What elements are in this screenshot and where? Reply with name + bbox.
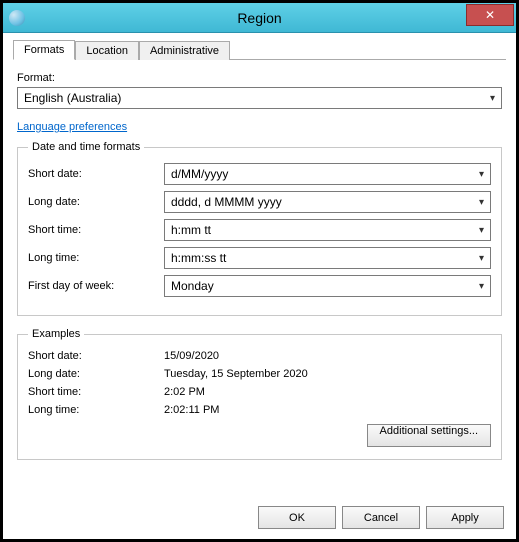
cancel-label: Cancel bbox=[364, 512, 398, 524]
example-short-time: Short time: 2:02 PM bbox=[28, 386, 491, 398]
row-long-date: Long date: dddd, d MMMM yyyy ▾ bbox=[28, 191, 491, 213]
long-date-combo[interactable]: dddd, d MMMM yyyy ▾ bbox=[164, 191, 491, 213]
long-time-value: h:mm:ss tt bbox=[171, 251, 226, 265]
example-long-date: Long date: Tuesday, 15 September 2020 bbox=[28, 368, 491, 380]
titlebar: Region ✕ bbox=[3, 3, 516, 33]
row-long-time: Long time: h:mm:ss tt ▾ bbox=[28, 247, 491, 269]
chevron-down-icon: ▾ bbox=[479, 253, 484, 264]
row-short-time: Short time: h:mm tt ▾ bbox=[28, 219, 491, 241]
additional-settings-bar: Additional settings... bbox=[28, 422, 491, 447]
first-day-label: First day of week: bbox=[28, 280, 164, 292]
long-date-value: dddd, d MMMM yyyy bbox=[171, 195, 282, 209]
long-date-label: Long date: bbox=[28, 196, 164, 208]
date-time-formats-group: Date and time formats Short date: d/MM/y… bbox=[17, 141, 502, 316]
short-time-value: h:mm tt bbox=[171, 223, 211, 237]
short-time-combo[interactable]: h:mm tt ▾ bbox=[164, 219, 491, 241]
cancel-button[interactable]: Cancel bbox=[342, 506, 420, 529]
tab-administrative[interactable]: Administrative bbox=[139, 41, 230, 60]
titlebar-left bbox=[3, 10, 83, 26]
example-short-date-value: 15/09/2020 bbox=[164, 350, 491, 362]
example-long-time-value: 2:02:11 PM bbox=[164, 404, 491, 416]
apply-button[interactable]: Apply bbox=[426, 506, 504, 529]
format-label: Format: bbox=[17, 72, 502, 84]
chevron-down-icon: ▾ bbox=[479, 281, 484, 292]
tab-location-label: Location bbox=[86, 45, 128, 57]
example-long-date-label: Long date: bbox=[28, 368, 164, 380]
long-time-combo[interactable]: h:mm:ss tt ▾ bbox=[164, 247, 491, 269]
first-day-combo[interactable]: Monday ▾ bbox=[164, 275, 491, 297]
row-short-date: Short date: d/MM/yyyy ▾ bbox=[28, 163, 491, 185]
formats-panel: Format: English (Australia) ▾ Language p… bbox=[13, 66, 506, 478]
tab-location[interactable]: Location bbox=[75, 41, 139, 60]
format-value: English (Australia) bbox=[24, 91, 121, 105]
examples-legend: Examples bbox=[28, 328, 84, 340]
example-short-time-label: Short time: bbox=[28, 386, 164, 398]
window-title: Region bbox=[237, 10, 281, 26]
tab-strip: Formats Location Administrative bbox=[13, 39, 506, 60]
short-date-combo[interactable]: d/MM/yyyy ▾ bbox=[164, 163, 491, 185]
example-long-time-label: Long time: bbox=[28, 404, 164, 416]
date-time-formats-legend: Date and time formats bbox=[28, 141, 144, 153]
apply-label: Apply bbox=[451, 512, 479, 524]
chevron-down-icon: ▾ bbox=[479, 197, 484, 208]
additional-settings-label: Additional settings... bbox=[380, 425, 478, 437]
ok-button[interactable]: OK bbox=[258, 506, 336, 529]
first-day-value: Monday bbox=[171, 279, 214, 293]
dialog-buttons: OK Cancel Apply bbox=[258, 506, 504, 529]
tab-administrative-label: Administrative bbox=[150, 45, 219, 57]
client-area: Formats Location Administrative Format: … bbox=[3, 33, 516, 488]
example-long-time: Long time: 2:02:11 PM bbox=[28, 404, 491, 416]
row-first-day: First day of week: Monday ▾ bbox=[28, 275, 491, 297]
language-preferences-link[interactable]: Language preferences bbox=[17, 121, 127, 133]
example-short-time-value: 2:02 PM bbox=[164, 386, 491, 398]
region-icon bbox=[9, 10, 25, 26]
ok-label: OK bbox=[289, 512, 305, 524]
example-short-date-label: Short date: bbox=[28, 350, 164, 362]
example-long-date-value: Tuesday, 15 September 2020 bbox=[164, 368, 491, 380]
format-combo[interactable]: English (Australia) ▾ bbox=[17, 87, 502, 109]
short-date-value: d/MM/yyyy bbox=[171, 167, 228, 181]
short-time-label: Short time: bbox=[28, 224, 164, 236]
example-short-date: Short date: 15/09/2020 bbox=[28, 350, 491, 362]
close-button[interactable]: ✕ bbox=[466, 4, 514, 26]
long-time-label: Long time: bbox=[28, 252, 164, 264]
examples-group: Examples Short date: 15/09/2020 Long dat… bbox=[17, 328, 502, 460]
tab-formats[interactable]: Formats bbox=[13, 40, 75, 60]
additional-settings-button[interactable]: Additional settings... bbox=[367, 424, 491, 447]
chevron-down-icon: ▾ bbox=[479, 169, 484, 180]
chevron-down-icon: ▾ bbox=[479, 225, 484, 236]
chevron-down-icon: ▾ bbox=[490, 93, 495, 104]
region-window: Region ✕ Formats Location Administrative… bbox=[0, 0, 519, 542]
short-date-label: Short date: bbox=[28, 168, 164, 180]
tab-formats-label: Formats bbox=[24, 44, 64, 56]
close-icon: ✕ bbox=[485, 8, 495, 22]
